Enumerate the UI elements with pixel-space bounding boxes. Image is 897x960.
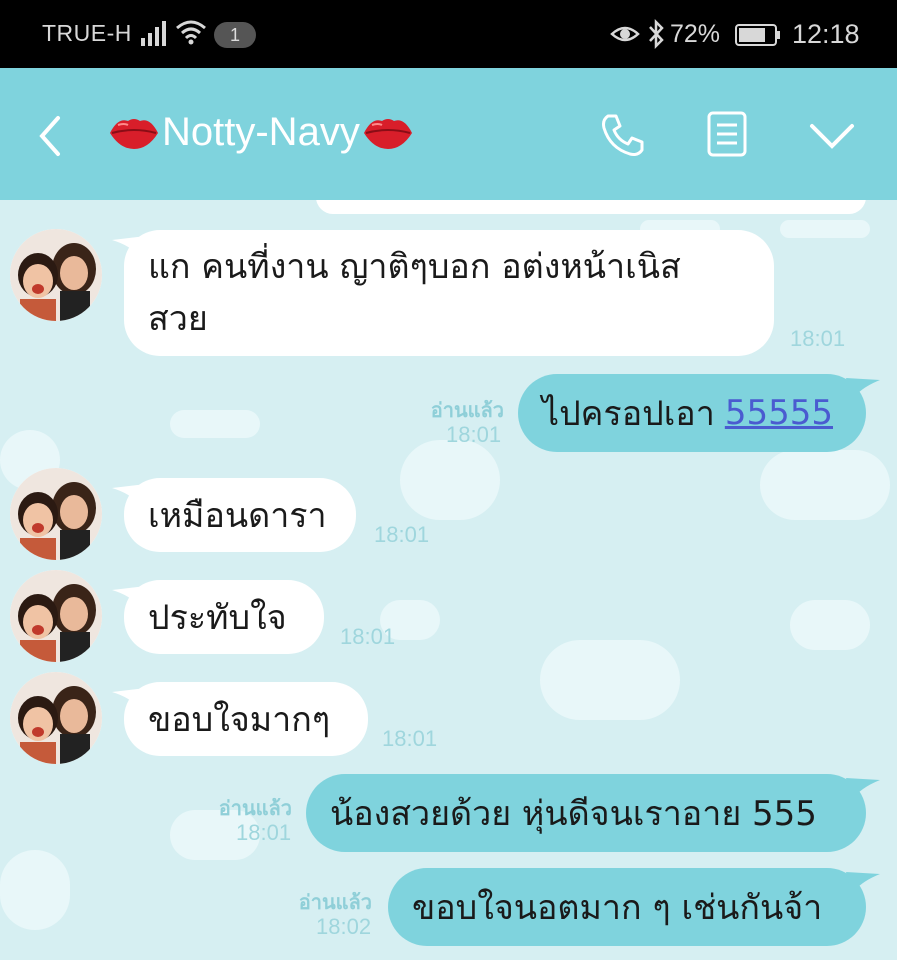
message-text: สวย (148, 299, 208, 339)
background-cloud (400, 440, 500, 520)
avatar[interactable] (10, 570, 102, 662)
message-text: เหมือนดารา (148, 496, 327, 536)
avatar-photo (10, 229, 102, 321)
avatar[interactable] (10, 229, 102, 321)
message-text: ประทับใจ (148, 598, 287, 638)
avatar[interactable] (10, 672, 102, 764)
avatar-photo (10, 672, 102, 764)
phone-icon[interactable] (598, 112, 646, 160)
message-link[interactable]: 55555 (725, 393, 833, 433)
battery-percent: 72% (670, 20, 721, 48)
message-time: 18:01 (374, 522, 430, 547)
battery-icon (735, 24, 780, 46)
lips-emoji-icon (363, 118, 412, 149)
notification-badge: 1 (214, 22, 256, 48)
status-bar: TRUE-H 1 72% 12:18 (0, 0, 897, 68)
bubble-tail (112, 688, 146, 710)
message-bubble-outgoing[interactable]: ขอบใจนอตมาก ๆ เช่นกันจ้า (388, 868, 880, 946)
bubble-tail (846, 778, 880, 800)
bubble-tail (846, 378, 880, 400)
message-bubble-incoming[interactable]: ขอบใจมากๆ (112, 682, 368, 756)
message-bubble-incoming[interactable]: เหมือนดารา (112, 478, 356, 552)
avatar[interactable] (10, 468, 102, 560)
wifi-icon (176, 20, 206, 45)
background-cloud (790, 600, 870, 650)
message-time: 18:01 (340, 624, 396, 649)
bubble-tail (112, 484, 146, 506)
bluetooth-icon (649, 18, 664, 50)
message-bubble-incoming[interactable]: แก คนที่งาน ญาติๆบอก อต่งหน้าเนิส สวย (112, 230, 774, 356)
message-time: 18:01 (236, 820, 292, 845)
back-arrow-icon[interactable] (34, 112, 66, 160)
chat-header: Notty-Navy (0, 68, 897, 200)
chat-area[interactable]: แก คนที่งาน ญาติๆบอก อต่งหน้าเนิส สวย 18… (0, 200, 897, 960)
bubble-tail (846, 872, 880, 894)
message-time: 18:01 (446, 422, 502, 447)
signal-icon (141, 21, 166, 46)
message-bubble-incoming[interactable]: ประทับใจ (112, 580, 324, 654)
notes-icon[interactable] (706, 110, 748, 158)
message-time: 18:01 (382, 726, 438, 751)
background-cloud (170, 410, 260, 438)
message-time: 18:02 (316, 914, 372, 939)
chevron-down-icon[interactable] (808, 120, 856, 152)
lips-emoji-icon (110, 118, 158, 149)
bubble-tail (112, 236, 146, 258)
message-text: ไปครอปเอา (542, 394, 715, 434)
avatar-photo (10, 468, 102, 560)
bubble-tail (112, 586, 146, 608)
message-bubble-outgoing[interactable]: ไปครอปเอา 55555 (518, 374, 880, 452)
background-cloud (0, 850, 70, 930)
chat-title: Notty-Navy (108, 110, 414, 155)
message-time: 18:01 (790, 326, 846, 351)
carrier-label: TRUE-H (42, 20, 132, 46)
message-bubble-outgoing[interactable]: น้องสวยด้วย หุ่นดีจนเราอาย 555 (306, 774, 880, 852)
clock: 12:18 (792, 19, 860, 49)
avatar-photo (10, 570, 102, 662)
background-cloud (540, 640, 680, 720)
message-text: แก คนที่งาน ญาติๆบอก อต่งหน้าเนิส (148, 247, 681, 287)
message-text: น้องสวยด้วย หุ่นดีจนเราอาย 555 (330, 794, 817, 834)
message-text: ขอบใจมากๆ (148, 700, 331, 740)
background-cloud (760, 450, 890, 520)
message-text: ขอบใจนอตมาก ๆ เช่นกันจ้า (412, 888, 823, 928)
eye-comfort-icon (610, 26, 640, 42)
chat-title-text: Notty-Navy (162, 110, 360, 154)
previous-message-bubble (316, 200, 866, 214)
background-cloud (780, 220, 870, 238)
